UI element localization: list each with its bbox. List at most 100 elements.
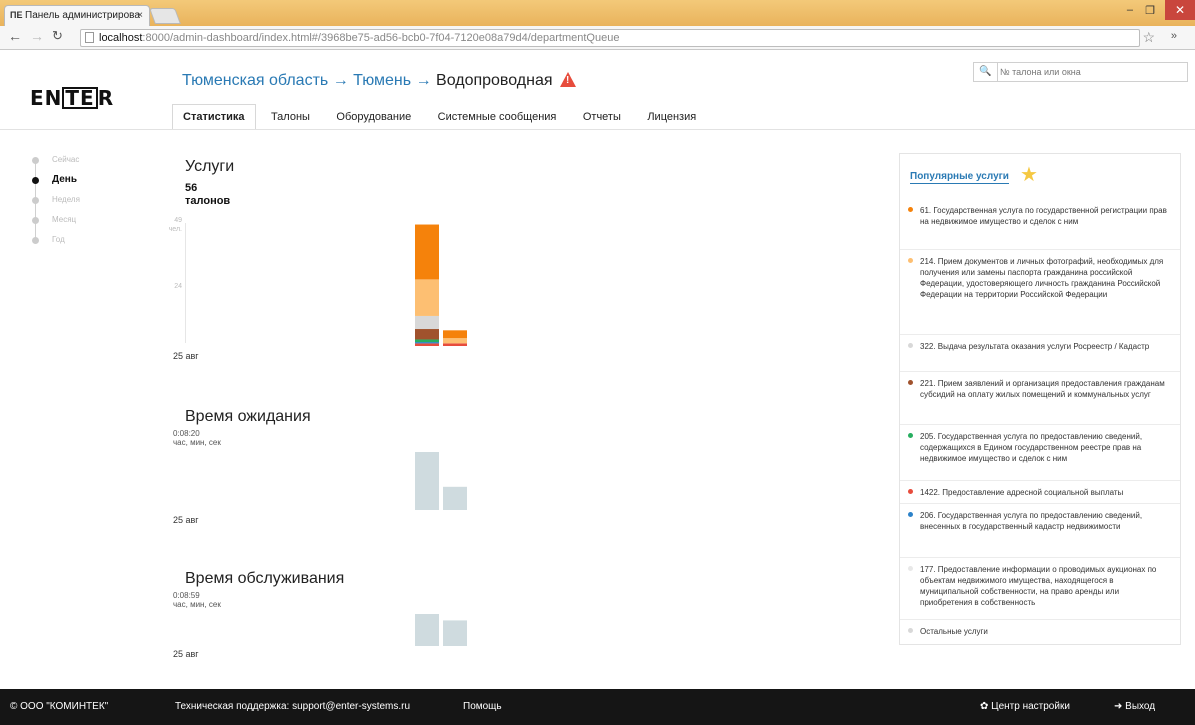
wait-date: 25 авг [173,515,199,525]
tab-reports[interactable]: Отчеты [572,104,632,130]
warning-icon[interactable]: ! [559,72,576,87]
reload-icon[interactable]: ↻ [52,28,63,44]
bullet-icon [908,343,913,348]
period-label: Сейчас [52,155,80,164]
forward-arrow-icon[interactable]: → [30,28,44,44]
services-bar-segment [415,343,439,346]
period-label: День [52,174,77,185]
popular-service-text: 177. Предоставление информации о проводи… [920,565,1157,607]
wait-chart [415,452,467,510]
browser-tab-title: Панель администрирова [25,10,140,21]
bullet-icon [908,433,913,438]
ticket-search: 🔍 [973,62,1188,82]
url-field[interactable]: localhost:8000/admin-dashboard/index.htm… [80,29,1140,47]
logout-link[interactable]: ➜ Выход [1114,701,1155,712]
period-dot [32,237,39,244]
popular-service-item[interactable]: 322. Выдача результата оказания услуги Р… [900,334,1180,371]
period-label: Неделя [52,195,80,204]
close-tab-icon[interactable]: × [137,6,143,25]
period-month[interactable]: Месяц [32,214,80,234]
extensions-chevron-icon[interactable]: » [1171,30,1177,42]
tab-statistics[interactable]: Статистика [172,104,256,130]
period-day[interactable]: День [32,174,80,194]
new-tab-button[interactable] [149,8,181,24]
support-link[interactable]: Техническая поддержка: support@enter-sys… [175,701,410,712]
window-close-icon[interactable]: ✕ [1165,0,1195,20]
services-chart [415,224,467,346]
breadcrumb-arrow: → [415,72,432,89]
services-title: Услуги [185,158,235,175]
settings-link[interactable]: ✿ Центр настройки [980,701,1070,712]
popular-service-text: 206. Государственная услуга по предостав… [920,511,1143,531]
bullet-icon [908,628,913,633]
period-dot [32,177,39,184]
tab-divider [0,129,1195,130]
period-dot [32,197,39,204]
wait-bar [443,486,467,510]
wait-value: 0:08:20 [173,429,200,438]
bullet-icon [908,258,913,263]
gear-icon: ✿ [980,701,989,712]
tab-equipment[interactable]: Оборудование [325,104,422,130]
tab-tickets[interactable]: Талоны [260,104,321,130]
search-icon[interactable]: 🔍 [974,63,998,81]
popular-service-item[interactable]: 205. Государственная услуга по предостав… [900,424,1180,480]
footer: © ООО "КОМИНТЕК" Техническая поддержка: … [0,689,1195,725]
breadcrumb-office: Водопроводная [436,72,553,89]
popular-services-title[interactable]: Популярные услуги [910,171,1009,184]
star-icon: ★ [1020,164,1038,186]
popular-service-item[interactable]: Остальные услуги [900,619,1180,641]
period-week[interactable]: Неделя [32,194,80,214]
period-selector: Сейчас День Неделя Месяц Год [32,154,80,254]
popular-service-item[interactable]: 177. Предоставление информации о проводи… [900,557,1180,619]
help-link[interactable]: Помощь [463,701,502,712]
popular-service-item[interactable]: 214. Прием документов и личных фотографи… [900,249,1180,334]
browser-tab[interactable]: ПЕ Панель администрирова × [4,5,150,26]
services-bar-segment [415,315,439,330]
popular-service-item[interactable]: 1422. Предоставление адресной социальной… [900,480,1180,503]
page-icon [85,32,94,43]
services-date: 25 авг [173,351,199,361]
axis-mid-label: 24 [174,283,182,290]
popular-services-panel: Популярные услуги ★ 61. Государственная … [899,153,1181,645]
maximize-icon[interactable]: ❐ [1145,4,1155,17]
bullet-icon [908,207,913,212]
main-tabs: Статистика Талоны Оборудование Системные… [172,104,707,130]
popular-service-text: 205. Государственная услуга по предостав… [920,432,1143,463]
popular-service-text: 214. Прием документов и личных фотографи… [920,257,1164,299]
period-label: Месяц [52,215,77,224]
address-bar: ← → ↻ localhost:8000/admin-dashboard/ind… [0,26,1195,50]
back-arrow-icon[interactable]: ← [8,28,22,44]
period-dot [32,217,39,224]
popular-service-text: Остальные услуги [920,627,988,636]
services-count: 56 [185,182,198,194]
search-input[interactable] [1000,64,1185,80]
popular-service-item[interactable]: 61. Государственная услуга по государств… [900,199,1180,249]
tab-system-messages[interactable]: Системные сообщения [427,104,568,130]
serve-date: 25 авг [173,649,199,659]
tab-license[interactable]: Лицензия [636,104,707,130]
axis-unit-label: чел. [168,226,182,233]
breadcrumb: Тюменская область → Тюмень → Водопроводн… [182,70,576,90]
services-bar-segment [415,224,439,280]
period-dot [32,157,39,164]
period-now[interactable]: Сейчас [32,154,80,174]
services-count-unit: талонов [185,195,231,207]
breadcrumb-region[interactable]: Тюменская область [182,72,328,89]
popular-service-item[interactable]: 221. Прием заявлений и организация предо… [900,371,1180,424]
serve-unit: час, мин, сек [173,600,221,609]
services-bar-segment [415,342,439,344]
bookmark-star-icon[interactable]: ☆ [1142,29,1155,46]
minimize-icon[interactable]: – [1127,4,1133,16]
bullet-icon [908,566,913,571]
period-year[interactable]: Год [32,234,80,254]
popular-service-text: 1422. Предоставление адресной социальной… [920,488,1124,497]
services-bar-segment [415,329,439,340]
breadcrumb-arrow: → [332,72,349,89]
wait-unit: час, мин, сек [173,438,221,447]
breadcrumb-city[interactable]: Тюмень [353,72,411,89]
popular-service-item[interactable]: 206. Государственная услуга по предостав… [900,503,1180,557]
serve-bar [415,614,439,646]
services-bar-segment [443,338,467,344]
logo[interactable]: EN TE R [30,86,114,110]
